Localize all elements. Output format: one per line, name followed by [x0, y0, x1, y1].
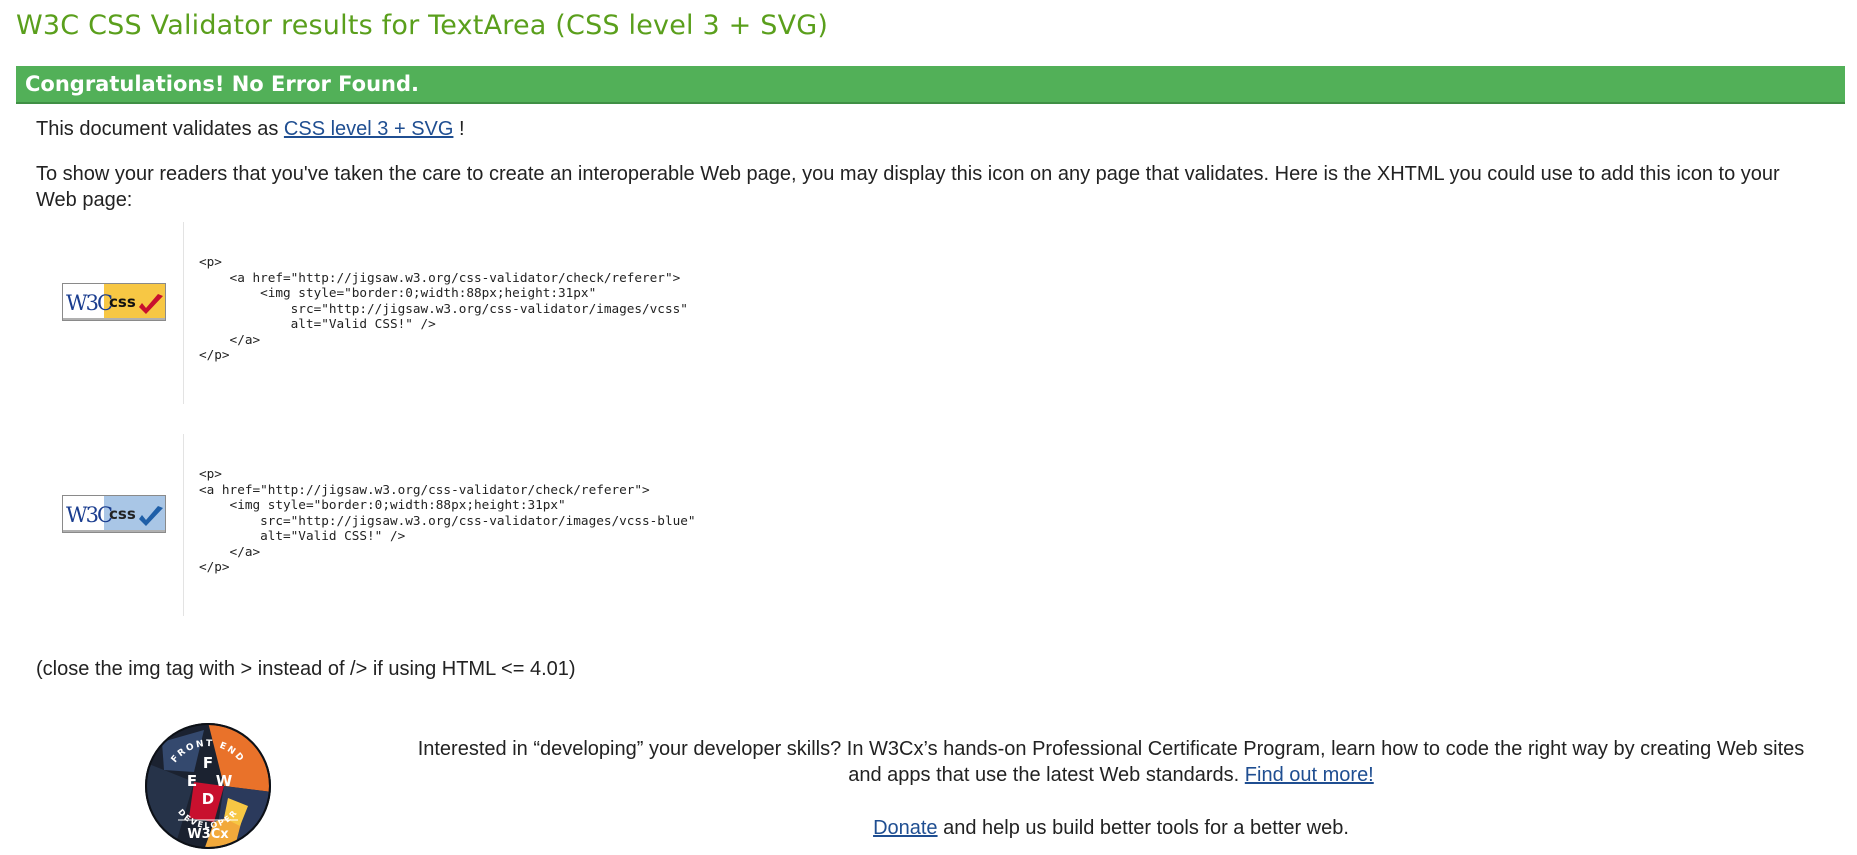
badge-blue-left-text: W3C — [66, 503, 112, 527]
badge-blue-code[interactable]: <p> <a href="http://jigsaw.w3.org/css-va… — [199, 466, 696, 575]
logo-brand-text: W3Cx — [187, 827, 229, 842]
badge-row-gold: W3C css <p> <a href="http://jigsaw.w3.or… — [36, 222, 1136, 404]
badge-instructions: To show your readers that you've taken t… — [36, 163, 1780, 211]
w3cx-front-end-developer-logo[interactable]: FRONT END DEVELOPER F E W D W3Cx — [144, 722, 272, 850]
donate-text: Donate and help us build better tools fo… — [406, 815, 1816, 841]
logo-letter-f: F — [203, 754, 213, 772]
badge-blue-right-text: css — [109, 505, 136, 523]
code-divider — [183, 222, 184, 404]
valid-css-blue-badge[interactable]: W3C css — [62, 495, 166, 533]
promo-text: Interested in “developing” your develope… — [406, 736, 1816, 788]
success-banner: Congratulations! No Error Found. — [16, 66, 1845, 104]
validation-suffix: ! — [453, 118, 465, 140]
valid-css-gold-badge[interactable]: W3C css — [62, 283, 166, 321]
logo-letter-w: W — [216, 772, 233, 790]
promo-description: Interested in “developing” your develope… — [417, 738, 1805, 786]
badge-gold-right-text: css — [109, 293, 136, 311]
page-title: W3C CSS Validator results for TextArea (… — [16, 10, 829, 41]
validation-statement: This document validates as CSS level 3 +… — [36, 116, 465, 142]
validation-prefix: This document validates as — [36, 118, 284, 140]
badge-row-blue: W3C css <p> <a href="http://jigsaw.w3.or… — [36, 434, 1136, 616]
find-out-more-link[interactable]: Find out more! — [1245, 764, 1374, 786]
donate-link[interactable]: Donate — [873, 817, 938, 839]
html-note: (close the img tag with > instead of /> … — [36, 658, 576, 680]
css-profile-link[interactable]: CSS level 3 + SVG — [284, 118, 454, 140]
logo-letter-d: D — [202, 790, 214, 808]
donate-description: and help us build better tools for a bet… — [937, 817, 1349, 839]
badge-gold-left-text: W3C — [66, 291, 112, 315]
badge-gold-code[interactable]: <p> <a href="http://jigsaw.w3.org/css-va… — [199, 254, 688, 363]
logo-letter-e: E — [187, 772, 197, 790]
code-divider — [183, 434, 184, 616]
